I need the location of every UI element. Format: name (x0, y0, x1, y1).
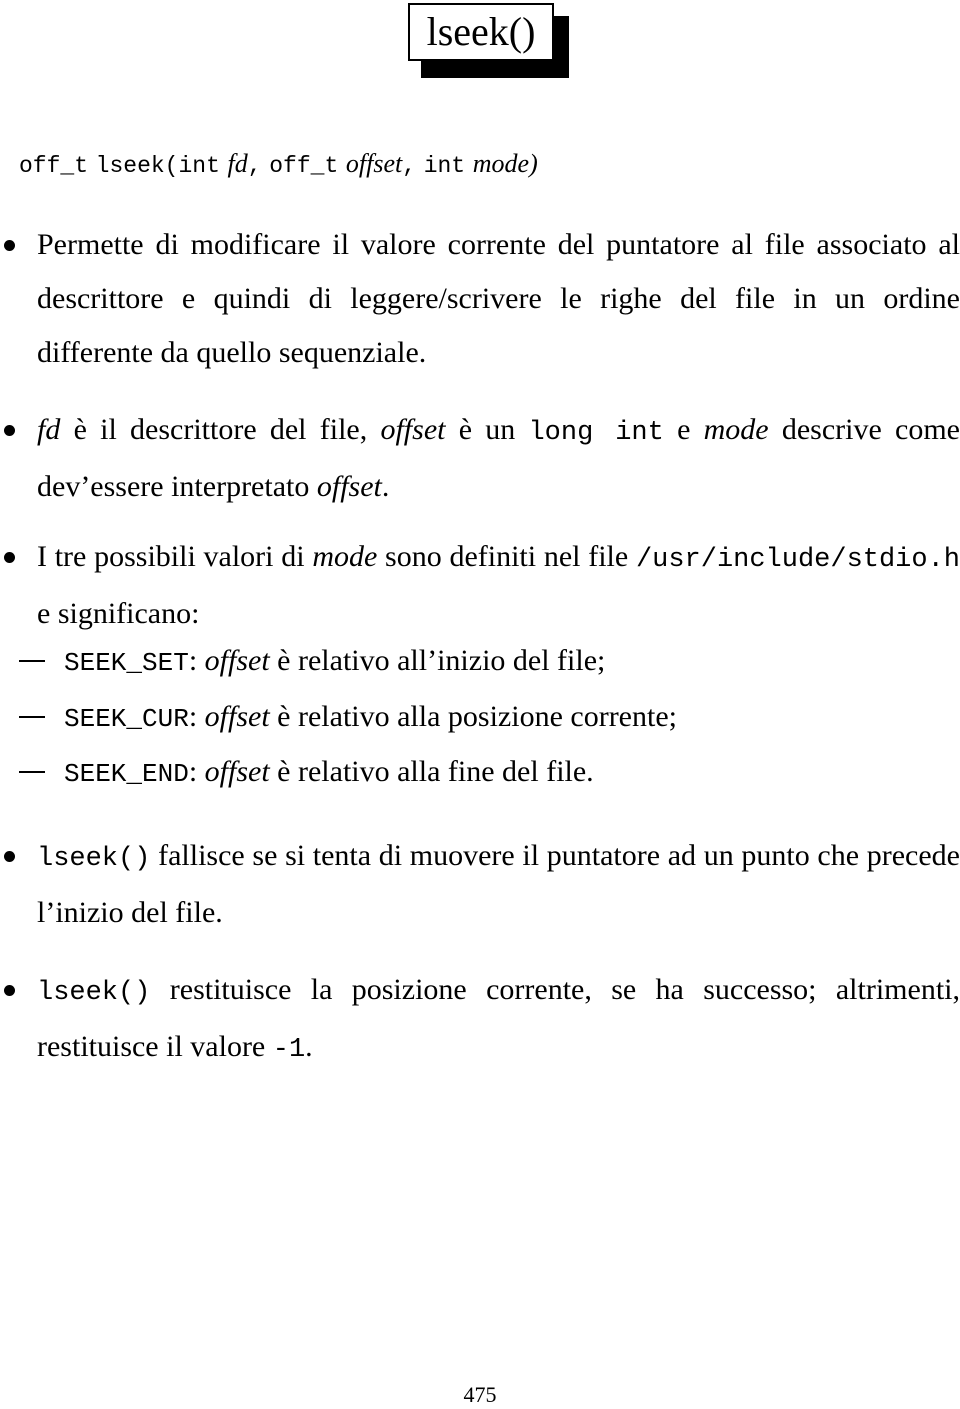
bullet-icon (4, 425, 15, 436)
bullet-icon (4, 240, 15, 251)
constant-description: è relativo alla fine del file. (269, 755, 594, 788)
constant-name: SEEK_END (64, 759, 189, 789)
sub-list-item: SEEK_SET: offset è relativo all’inizio d… (19, 639, 606, 685)
dash-icon (19, 660, 45, 662)
return-type: off_t (19, 153, 89, 179)
colon: : (188, 700, 205, 733)
code-lseek: lseek() (37, 978, 151, 1008)
param-offset: offset (204, 700, 270, 733)
param-name: fd (227, 149, 248, 178)
bullet-item: Permette di modificare il valore corrent… (4, 218, 960, 380)
colon: : (188, 755, 205, 788)
param-name: offset (345, 149, 403, 178)
page-number: 475 (463, 1382, 497, 1407)
constant-description: è relativo all’inizio del file; (269, 644, 606, 677)
bullet-text: e significano: (37, 597, 200, 630)
return-value: -1 (272, 1035, 306, 1065)
param-separator: , (402, 153, 417, 179)
function-signature: off_t lseek(int fd, off_t offset, int mo… (19, 148, 538, 182)
param-name: mode (472, 149, 530, 178)
code-header-path: /usr/include/stdio.h (635, 545, 960, 575)
close-paren: ) (529, 149, 538, 178)
param-offset: offset (316, 470, 382, 503)
sub-list-item: SEEK_END: offset è relativo alla fine de… (19, 750, 594, 796)
function-name: lseek( (95, 153, 179, 179)
code-long-int: long int (528, 418, 664, 448)
code-lseek: lseek() (37, 844, 151, 874)
bullet-text: restituisce la posizione corrente, se ha… (37, 973, 960, 1063)
param-fd: fd (37, 413, 61, 446)
constant-name: SEEK_CUR (64, 704, 189, 734)
param-offset: offset (204, 644, 270, 677)
bullet-text: e (663, 413, 704, 446)
bullet-text: fallisce se si tenta di muovere il punta… (37, 839, 960, 929)
bullet-text: è il descrittore del file, (60, 413, 381, 446)
param-offset: offset (380, 413, 446, 446)
sub-list-item: SEEK_CUR: offset è relativo alla posizio… (19, 695, 677, 741)
bullet-text: . (381, 470, 390, 503)
dash-icon (19, 716, 45, 718)
bullet-item: I tre possibili valori di mode sono defi… (4, 530, 960, 641)
constant-description: è relativo alla posizione corrente; (269, 700, 677, 733)
dash-icon (19, 771, 45, 773)
slide-title-frame: lseek() (408, 3, 569, 78)
bullet-item: lseek() restituisce la posizione corrent… (4, 963, 960, 1077)
slide-title: lseek() (408, 3, 554, 61)
colon: : (188, 644, 205, 677)
param-mode: mode (312, 540, 378, 573)
param-type: int (423, 153, 466, 179)
param-offset: offset (204, 755, 270, 788)
bullet-item: fd è il descrittore del file, offset è u… (4, 403, 960, 514)
param-type: off_t (269, 153, 339, 179)
bullet-icon (4, 851, 15, 862)
bullet-text: sono definiti nel file (377, 540, 636, 573)
bullet-text: Permette di modificare il valore corrent… (37, 228, 960, 369)
param-separator: , (247, 153, 262, 179)
constant-name: SEEK_SET (64, 648, 189, 678)
bullet-text: I tre possibili valori di (37, 540, 313, 573)
bullet-text: è un (445, 413, 529, 446)
bullet-text: . (305, 1030, 313, 1063)
bullet-icon (4, 985, 15, 996)
bullet-icon (4, 552, 15, 563)
param-mode: mode (703, 413, 769, 446)
param-type: int (178, 153, 220, 179)
bullet-item: lseek() fallisce se si tenta di muovere … (4, 829, 960, 940)
